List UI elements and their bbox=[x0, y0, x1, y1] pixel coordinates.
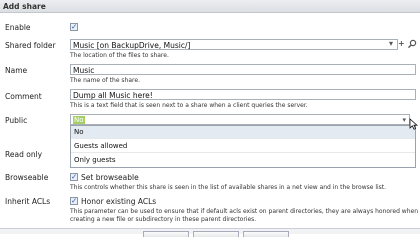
inherit-acls-hint-2: creating a new file or subdirectory in t… bbox=[70, 216, 257, 223]
footer-button-1[interactable] bbox=[143, 231, 189, 237]
public-option-no[interactable]: No bbox=[71, 126, 415, 139]
inherit-acls-check-label: Honor existing ACLs bbox=[81, 197, 157, 206]
browseable-hint: This controls whether this share is seen… bbox=[70, 184, 387, 191]
shared-folder-value: Music [on BackupDrive, Music/] bbox=[73, 41, 191, 50]
search-icon[interactable] bbox=[407, 39, 417, 49]
check-icon: ✓ bbox=[71, 172, 78, 181]
enable-label: Enable bbox=[5, 23, 31, 32]
browseable-checkbox[interactable]: ✓ bbox=[70, 172, 78, 181]
public-dropdown-list: No Guests allowed Only guests bbox=[70, 125, 416, 168]
comment-field[interactable]: Dump all Music here! bbox=[70, 89, 416, 100]
comment-hint: This is a text field that is seen next t… bbox=[70, 102, 308, 109]
public-option-only-guests[interactable]: Only guests bbox=[71, 154, 415, 167]
enable-checkbox[interactable]: ✓ bbox=[70, 22, 78, 31]
chevron-down-icon[interactable]: ▾ bbox=[402, 116, 406, 124]
comment-label: Comment bbox=[5, 92, 42, 101]
public-selected-value: No bbox=[73, 116, 85, 124]
shared-folder-select[interactable]: Music [on BackupDrive, Music/] bbox=[70, 39, 398, 50]
footer-button-3[interactable] bbox=[243, 231, 289, 237]
browseable-check-label: Set browseable bbox=[81, 173, 139, 182]
footer-button-2[interactable] bbox=[193, 231, 239, 237]
public-select[interactable]: No ▾ bbox=[70, 114, 410, 125]
mouse-pointer-icon bbox=[409, 118, 419, 130]
name-field[interactable]: Music bbox=[70, 64, 416, 75]
shared-folder-label: Shared folder bbox=[5, 41, 56, 50]
name-label: Name bbox=[5, 66, 28, 75]
plus-icon[interactable]: + bbox=[398, 39, 405, 49]
add-share-dialog: Add share Enable ✓ Shared folder Music [… bbox=[0, 0, 420, 237]
public-option-guests-allowed[interactable]: Guests allowed bbox=[71, 140, 415, 153]
chevron-down-icon[interactable]: ▾ bbox=[389, 39, 393, 49]
dialog-title: Add share bbox=[3, 2, 46, 11]
comment-value: Dump all Music here! bbox=[73, 91, 153, 100]
check-icon: ✓ bbox=[71, 22, 78, 31]
name-hint: The name of the share. bbox=[70, 77, 140, 84]
inherit-acls-hint: This parameter can be used to ensure tha… bbox=[70, 208, 418, 215]
shared-folder-hint: The location of the files to share. bbox=[70, 52, 169, 59]
check-icon: ✓ bbox=[71, 196, 78, 205]
dialog-titlebar: Add share bbox=[0, 0, 420, 13]
name-value: Music bbox=[73, 66, 95, 75]
inherit-acls-label: Inherit ACLs bbox=[5, 197, 51, 206]
browseable-label: Browseable bbox=[5, 173, 49, 182]
public-label: Public bbox=[5, 116, 28, 125]
inherit-acls-checkbox[interactable]: ✓ bbox=[70, 196, 78, 205]
read-only-label: Read only bbox=[5, 150, 43, 159]
